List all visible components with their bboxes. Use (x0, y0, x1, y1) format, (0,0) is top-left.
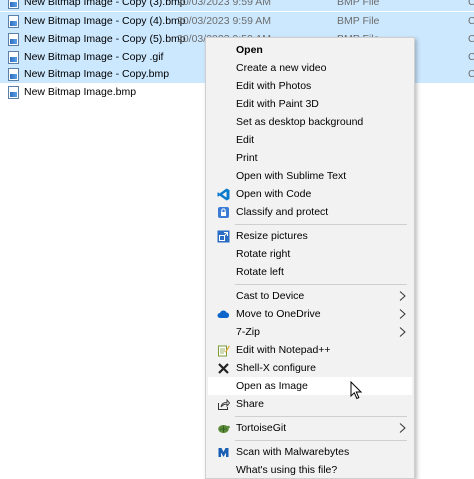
file-name: New Bitmap Image - Copy.bmp (24, 68, 170, 80)
menu-label: 7-Zip (236, 326, 260, 338)
menu-label: Create a new video (236, 62, 327, 74)
menu-label: Print (236, 152, 258, 164)
bmp-file-icon (8, 15, 19, 28)
menu-label: Edit with Notepad++ (236, 344, 331, 356)
menu-label: Open with Sublime Text (236, 170, 347, 182)
chevron-right-icon (399, 423, 406, 433)
menu-item-cast-device[interactable]: Cast to Device (208, 287, 412, 305)
file-row[interactable]: New Bitmap Image - Copy (4).bmp 20/03/20… (0, 12, 474, 30)
menu-item-whats-using-file[interactable]: What's using this file? (208, 461, 412, 479)
menu-label: Classify and protect (236, 206, 329, 218)
file-size: C (468, 15, 474, 27)
share-icon (217, 398, 230, 411)
menu-label: Open (236, 44, 263, 56)
menu-label: Edit with Photos (236, 80, 312, 92)
menu-label: Scan with Malwarebytes (236, 446, 350, 458)
menu-label: Resize pictures (236, 230, 308, 242)
menu-label: What's using this file? (236, 464, 338, 476)
menu-separator (235, 284, 407, 285)
file-size: C (468, 51, 474, 63)
menu-item-create-video[interactable]: Create a new video (208, 59, 412, 77)
menu-separator (235, 224, 407, 225)
menu-item-print[interactable]: Print (208, 149, 412, 167)
bmp-file-icon (8, 68, 19, 81)
file-name: New Bitmap Image - Copy (4).bmp (24, 15, 186, 27)
menu-item-open-sublime[interactable]: Open with Sublime Text (208, 167, 412, 185)
onedrive-cloud-icon (217, 308, 230, 321)
menu-item-7zip[interactable]: 7-Zip (208, 323, 412, 341)
bmp-file-icon (8, 86, 19, 99)
chevron-right-icon (399, 309, 406, 319)
menu-label: Edit with Paint 3D (236, 98, 319, 110)
menu-label: Edit (236, 134, 255, 146)
shellx-icon (217, 362, 230, 375)
file-name: New Bitmap Image.bmp (24, 86, 137, 98)
file-row[interactable]: New Bitmap Image - Copy (3).bmp 20/03/20… (0, 0, 474, 11)
bmp-file-icon (8, 0, 19, 9)
file-type: BMP File (337, 0, 380, 8)
menu-label: Rotate right (236, 248, 291, 260)
notepadpp-icon (217, 344, 230, 357)
file-type: BMP File (337, 15, 380, 27)
menu-label: Share (236, 398, 265, 410)
gif-file-icon (8, 51, 19, 64)
menu-item-shellx-configure[interactable]: Shell-X configure (208, 359, 412, 377)
file-date: 20/03/2023 9:59 AM (177, 15, 271, 27)
tortoisegit-icon (217, 422, 230, 435)
menu-separator (235, 416, 407, 417)
chevron-right-icon (399, 327, 406, 337)
menu-item-resize-pictures[interactable]: Resize pictures (208, 227, 412, 245)
file-date: 20/03/2023 9:59 AM (177, 0, 271, 8)
menu-label: Open as Image (236, 380, 308, 392)
menu-label: Rotate left (236, 266, 284, 278)
file-name: New Bitmap Image - Copy (5).bmp (24, 33, 186, 45)
menu-item-edit-photos[interactable]: Edit with Photos (208, 77, 412, 95)
menu-label: Move to OneDrive (236, 308, 321, 320)
file-name: New Bitmap Image - Copy .gif (24, 51, 164, 63)
menu-label: TortoiseGit (236, 422, 287, 434)
file-name: New Bitmap Image - Copy (3).bmp (24, 0, 186, 8)
menu-item-edit-paint3d[interactable]: Edit with Paint 3D (208, 95, 412, 113)
context-menu: Open Create a new video Edit with Photos… (205, 37, 415, 479)
menu-label: Open with Code (236, 188, 312, 200)
menu-item-edit-notepadpp[interactable]: Edit with Notepad++ (208, 341, 412, 359)
menu-separator (235, 440, 407, 441)
bmp-file-icon (8, 33, 19, 46)
vscode-icon (217, 188, 230, 201)
menu-item-open[interactable]: Open (208, 41, 412, 59)
chevron-right-icon (399, 291, 406, 301)
menu-item-scan-malwarebytes[interactable]: Scan with Malwarebytes (208, 443, 412, 461)
menu-item-rotate-left[interactable]: Rotate left (208, 263, 412, 281)
menu-label: Set as desktop background (236, 116, 364, 128)
file-size: C (468, 0, 474, 8)
menu-item-set-desktop-background[interactable]: Set as desktop background (208, 113, 412, 131)
malwarebytes-icon (217, 446, 230, 459)
menu-item-tortoisegit[interactable]: TortoiseGit (208, 419, 412, 437)
resize-icon (217, 230, 230, 243)
menu-item-open-as-image[interactable]: Open as Image (208, 377, 412, 395)
file-size: C (468, 68, 474, 80)
menu-item-classify-protect[interactable]: Classify and protect (208, 203, 412, 221)
mouse-cursor-icon (350, 381, 363, 400)
menu-item-move-onedrive[interactable]: Move to OneDrive (208, 305, 412, 323)
menu-item-edit[interactable]: Edit (208, 131, 412, 149)
menu-label: Cast to Device (236, 290, 305, 302)
menu-label: Shell-X configure (236, 362, 316, 374)
file-size: C (468, 33, 474, 45)
menu-item-rotate-right[interactable]: Rotate right (208, 245, 412, 263)
menu-item-share[interactable]: Share (208, 395, 412, 413)
menu-item-open-code[interactable]: Open with Code (208, 185, 412, 203)
lock-icon (217, 206, 230, 219)
